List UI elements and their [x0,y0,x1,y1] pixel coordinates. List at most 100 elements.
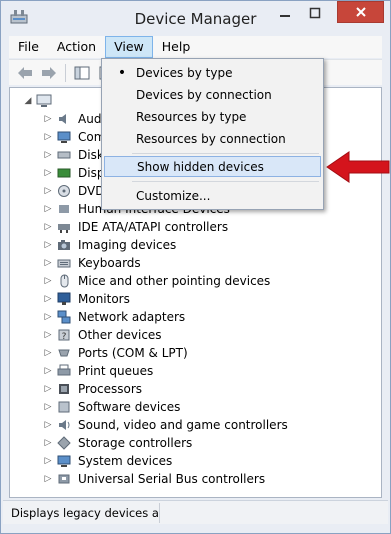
tree-row-label: Ports (COM & LPT) [78,346,188,360]
view-devices-by-type[interactable]: • Devices by type [104,62,321,83]
view-devices-by-connection[interactable]: Devices by connection [104,84,321,105]
unknown-device-icon: ? [56,328,72,342]
expand-icon[interactable]: ▷ [40,366,56,376]
arrow-right-icon [42,66,56,79]
tree-row[interactable]: ▷ DVD [40,182,105,200]
display-adapter-icon [56,166,72,180]
menu-file[interactable]: File [9,36,48,58]
tree-row[interactable]: ▷ Aud [40,110,102,128]
menu-item-label: Devices by type [136,65,233,80]
tree-row[interactable]: ▷ Disk [40,146,104,164]
expand-icon[interactable]: ▷ [40,276,56,286]
minimize-button[interactable] [271,1,299,25]
expand-icon[interactable]: ▷ [40,312,56,322]
expand-icon[interactable]: ▷ [40,456,56,466]
tree-row[interactable]: ▷ System devices [40,452,173,470]
menu-item-label: Show hidden devices [137,159,264,174]
tree-row-label: Aud [78,112,102,126]
arrow-left-icon [18,66,32,79]
menu-action[interactable]: Action [48,36,105,58]
tree-root-computer[interactable]: ◢ [20,92,52,110]
tree-row[interactable]: ▷ Mice and other pointing devices [40,272,271,290]
menu-item-label: Resources by type [136,109,247,124]
tree-row[interactable]: ▷ Imaging devices [40,236,177,254]
device-manager-window: Device Manager File Action View Help ◢ ▷… [0,0,391,534]
expand-icon[interactable]: ▷ [40,222,56,232]
tree-row[interactable]: ▷ Print queues [40,362,154,380]
tree-row-label: Print queues [78,364,154,378]
expand-icon[interactable]: ▷ [40,258,56,268]
expand-icon[interactable]: ▷ [40,240,56,250]
menu-item-label: Customize... [136,188,211,203]
expand-icon[interactable]: ▷ [40,384,56,394]
close-icon [355,7,366,17]
expand-icon[interactable]: ▷ [40,114,56,124]
tree-row[interactable]: ▷ Disp [40,164,105,182]
tree-row[interactable]: ▷ Storage controllers [40,434,193,452]
keyboard-icon [56,256,72,270]
expand-icon[interactable]: ▷ [40,168,56,178]
menu-separator [132,153,319,154]
tree-row[interactable]: ▷ Universal Serial Bus controllers [40,470,266,488]
tree-row-label: Network adapters [78,310,186,324]
monitor-icon [56,292,72,306]
tree-row[interactable]: ▷ Ports (COM & LPT) [40,344,188,362]
tree-row[interactable]: ▷ Network adapters [40,308,186,326]
computer-icon [56,130,72,144]
dvd-drive-icon [56,184,72,198]
tree-row-label: Mice and other pointing devices [78,274,271,288]
tree-row[interactable]: ▷ Keyboards [40,254,141,272]
computer-icon [36,94,52,107]
view-resources-by-type[interactable]: Resources by type [104,106,321,127]
tree-row[interactable]: ▷ Software devices [40,398,181,416]
port-icon [56,346,72,360]
tree-row[interactable]: ▷ Com [40,128,106,146]
tree-row[interactable]: ▷ Sound, video and game controllers [40,416,288,434]
expand-icon[interactable]: ▷ [40,150,56,160]
console-tree-icon [74,66,90,79]
forward-button[interactable] [39,63,59,83]
expand-icon[interactable]: ▷ [40,348,56,358]
expand-icon[interactable]: ▷ [40,204,56,214]
printer-icon [56,364,72,378]
show-hidden-devices[interactable]: Show hidden devices [104,156,321,177]
radio-bullet-icon: • [117,65,127,81]
menu-view[interactable]: View [105,36,153,58]
tree-row[interactable]: ▷ IDE ATA/ATAPI controllers [40,218,229,236]
mouse-icon [56,274,72,288]
menu-item-label: Devices by connection [136,87,272,102]
view-customize[interactable]: Customize... [104,185,321,206]
tree-row-label: Other devices [78,328,162,342]
expand-icon[interactable]: ▷ [40,474,56,484]
expand-icon[interactable]: ▷ [40,132,56,142]
camera-icon [56,238,72,252]
expand-icon[interactable]: ▷ [40,330,56,340]
status-text: Displays legacy devices anc [7,503,160,523]
expand-icon[interactable]: ▷ [40,420,56,430]
network-icon [56,310,72,324]
show-hide-console-tree-button[interactable] [72,63,92,83]
tree-row-label: Monitors [78,292,130,306]
menu-help[interactable]: Help [153,36,200,58]
tree-row[interactable]: ▷ Processors [40,380,143,398]
back-button[interactable] [15,63,35,83]
view-resources-by-connection[interactable]: Resources by connection [104,128,321,149]
disk-drive-icon [56,148,72,162]
title-bar: Device Manager [1,1,390,35]
software-device-icon [56,400,72,414]
menu-separator [132,181,319,182]
expand-icon[interactable]: ▷ [40,186,56,196]
tree-row-label: System devices [78,454,173,468]
collapse-icon[interactable]: ◢ [20,96,36,106]
ide-controller-icon [56,220,72,234]
tree-row[interactable]: ▷ ? Other devices [40,326,162,344]
expand-icon[interactable]: ▷ [40,294,56,304]
tree-row[interactable]: ▷ Monitors [40,290,130,308]
expand-icon[interactable]: ▷ [40,402,56,412]
toolbar-separator [65,63,66,82]
speaker-icon [56,418,72,432]
processor-icon [56,382,72,396]
close-button[interactable] [337,1,384,23]
expand-icon[interactable]: ▷ [40,438,56,448]
maximize-button[interactable] [301,1,329,25]
